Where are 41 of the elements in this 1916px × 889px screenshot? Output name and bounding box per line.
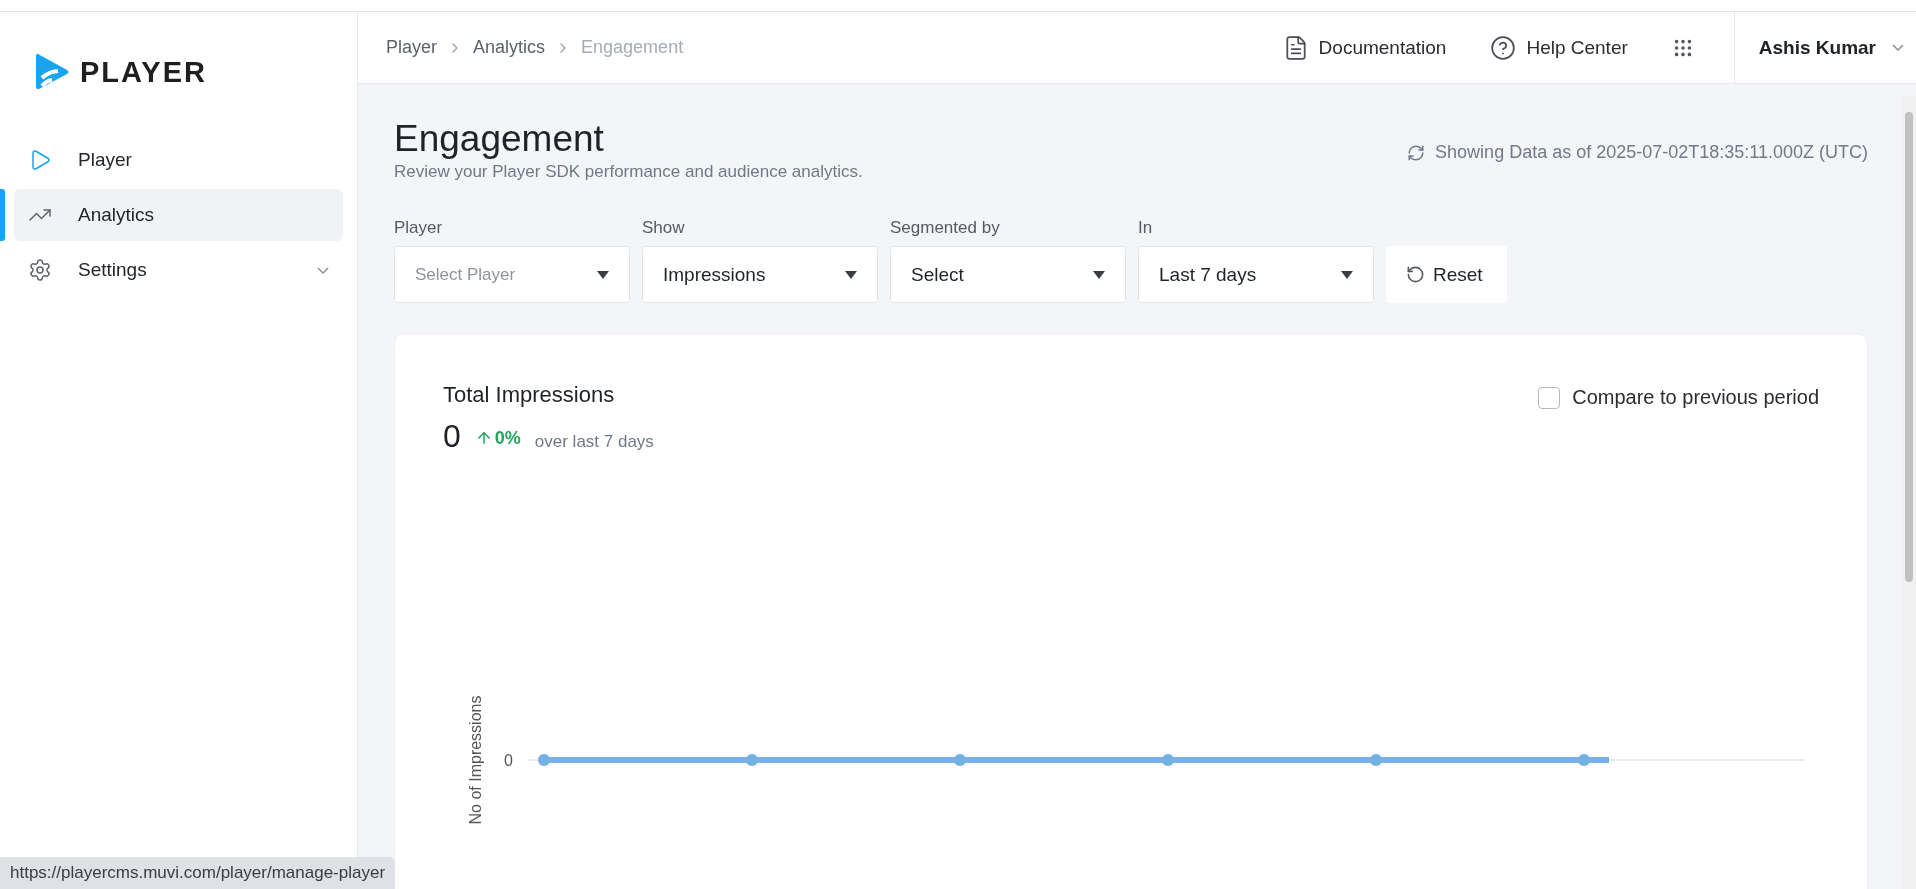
- filter-label: Show: [642, 218, 686, 238]
- refresh-icon: [1407, 143, 1426, 162]
- filter-dropdown[interactable]: Last 7 days: [1138, 246, 1374, 303]
- breadcrumb-link[interactable]: Analytics: [473, 37, 546, 58]
- sidebar-item[interactable]: Player: [14, 134, 343, 186]
- sidebar-item[interactable]: Settings: [14, 244, 343, 296]
- sidebar-item[interactable]: Analytics: [14, 189, 343, 241]
- filter-dropdown[interactable]: Impressions: [642, 246, 878, 303]
- y-axis-label: No of Impressions: [467, 695, 484, 825]
- reset-button[interactable]: Reset: [1386, 246, 1507, 303]
- breadcrumb-link[interactable]: Player: [386, 37, 438, 58]
- filter-label: In: [1138, 218, 1154, 238]
- filter-dropdown[interactable]: Select: [890, 246, 1126, 303]
- caret-down-icon: [1093, 270, 1105, 279]
- page-subtitle: Review your Player SDK performance and audience analytics.: [394, 162, 863, 182]
- y-tick-label: 0: [504, 752, 513, 769]
- help-icon: [1490, 34, 1517, 61]
- total-value: 0: [443, 418, 461, 455]
- caret-down-icon: [845, 270, 857, 279]
- filter-label: Player: [394, 218, 444, 238]
- chevron-down-icon: [1892, 44, 1904, 51]
- logo-text: PLAYER: [80, 55, 207, 89]
- page-title: Engagement: [394, 118, 605, 160]
- header-link[interactable]: Documentation: [1282, 34, 1447, 61]
- caret-down-icon: [597, 270, 609, 279]
- header-link[interactable]: Help Center: [1490, 34, 1628, 61]
- user-menu[interactable]: Ashis Kumar: [1733, 11, 1916, 84]
- settings-icon: [28, 258, 52, 282]
- active-indicator: [0, 189, 5, 241]
- logo-icon: [34, 52, 70, 92]
- period-text: over last 7 days: [534, 432, 654, 452]
- change-value: 0%: [494, 427, 521, 449]
- compare-checkbox[interactable]: Compare to previous period: [1538, 386, 1819, 409]
- data-timestamp: Showing Data as of 2025-07-02T18:35:11.000Z (UTC): [1435, 142, 1868, 163]
- status-url: https://playercms.muvi.com/player/manage-player: [0, 857, 396, 889]
- filter-label: Segmented by: [890, 218, 1001, 238]
- card-title: Total Impressions: [443, 382, 616, 408]
- reset-icon: [1406, 265, 1425, 284]
- checkbox[interactable]: [1538, 386, 1561, 409]
- caret-down-icon: [1341, 270, 1353, 279]
- scrollbar[interactable]: [1902, 96, 1916, 889]
